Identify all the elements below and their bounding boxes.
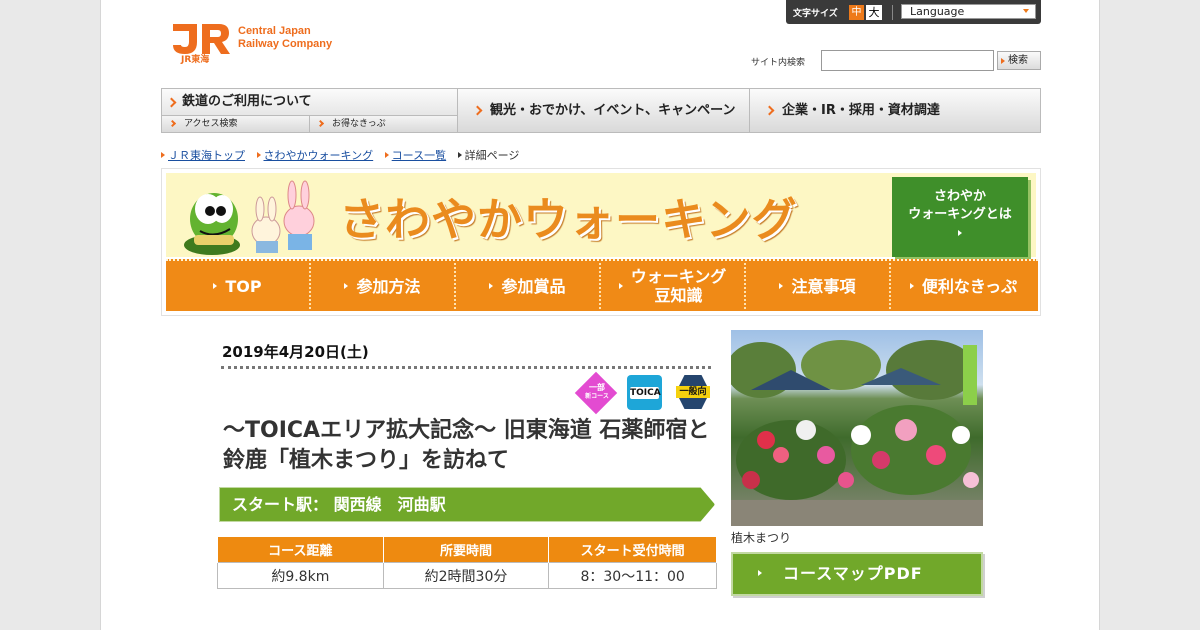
arrow-right-icon xyxy=(1001,58,1005,64)
menu-notes[interactable]: 注意事項 xyxy=(746,263,891,309)
course-distance: 約9.8km xyxy=(217,562,384,589)
nav-value-tickets[interactable]: お得なきっぷ xyxy=(310,116,458,132)
font-size-label: 文字サイズ xyxy=(793,9,838,19)
nav-tourism-events-label: 観光・おでかけ、イベント、キャンペーン xyxy=(490,103,736,118)
arrow-right-icon xyxy=(457,152,462,158)
site-search-input[interactable] xyxy=(821,50,994,71)
arrow-right-icon xyxy=(958,230,962,236)
arrow-right-icon xyxy=(909,283,914,289)
arrow-right-icon xyxy=(256,152,261,158)
arrow-right-icon xyxy=(779,283,784,289)
arrow-right-icon xyxy=(161,152,165,158)
start-reception-time: 8：30～11：00 xyxy=(548,562,717,589)
utility-toolbar: 文字サイズ 中 大 Language xyxy=(786,0,1041,24)
photo-caption: 植木まつり xyxy=(731,531,792,545)
nav-value-tickets-label: お得なきっぷ xyxy=(332,119,386,129)
course-photo xyxy=(731,330,983,526)
global-nav: 鉄道のご利用について アクセス検索 お得なきっぷ 観光・おでかけ、イベント、キャ… xyxy=(161,88,1041,133)
company-name: Central Japan Railway Company xyxy=(238,25,332,51)
table-header: コース距離 xyxy=(217,536,384,563)
dotted-divider xyxy=(221,366,711,369)
nav-corporate-label: 企業・IR・採用・資材調達 xyxy=(782,103,940,118)
menu-top[interactable]: TOP xyxy=(166,263,311,309)
course-duration: 約2時間30分 xyxy=(382,562,550,589)
new-course-badge-line2: 新コース xyxy=(585,393,609,400)
sawayaka-banner: さわやかウォーキング さわやか ウォーキングとは TOP 参加方法 参加賞品 ウ… xyxy=(161,168,1041,316)
course-date: 2019年4月20日(土) xyxy=(222,343,369,361)
about-line1: さわやか xyxy=(933,189,986,204)
menu-tickets[interactable]: 便利なきっぷ xyxy=(891,263,1036,309)
arrow-right-icon xyxy=(489,283,494,289)
course-map-pdf-label: コースマップPDF xyxy=(783,564,923,583)
table-header: 所要時間 xyxy=(382,536,550,563)
table-row: 約9.8km 約2時間30分 8：30～11：00 xyxy=(217,562,717,589)
chevron-right-icon xyxy=(316,119,325,128)
company-name-line1: Central Japan xyxy=(238,25,311,37)
search-button-label: 検索 xyxy=(1008,55,1028,66)
menu-prizes-label: 参加賞品 xyxy=(501,276,566,296)
menu-tickets-label: 便利なきっぷ xyxy=(921,276,1018,296)
arrow-right-icon xyxy=(384,152,389,158)
nav-access-search-label: アクセス検索 xyxy=(184,119,238,129)
about-line2: ウォーキングとは xyxy=(908,207,1012,222)
menu-walking-tips-line1: ウォーキング xyxy=(630,267,727,286)
menu-notes-label: 注意事項 xyxy=(791,276,856,296)
banner-title: さわやかウォーキング xyxy=(339,193,798,246)
company-name-line2: Railway Company xyxy=(238,38,333,50)
nav-corporate[interactable]: 企業・IR・採用・資材調達 xyxy=(750,89,1040,132)
nav-tourism-events[interactable]: 観光・おでかけ、イベント、キャンペーン xyxy=(458,89,750,132)
banner-header: さわやかウォーキング さわやか ウォーキングとは xyxy=(166,173,1036,257)
course-map-pdf-button[interactable]: コースマップPDF xyxy=(731,552,983,596)
mascot-illustration xyxy=(184,180,315,255)
nav-access-search[interactable]: アクセス検索 xyxy=(162,116,310,132)
font-size-large-button[interactable]: 大 xyxy=(866,5,882,20)
breadcrumb-current: 詳細ページ xyxy=(464,149,520,162)
nav-railway-usage[interactable]: 鉄道のご利用について xyxy=(162,89,458,116)
chevron-right-icon xyxy=(168,119,177,128)
table-header: スタート受付時間 xyxy=(548,536,717,563)
course-info-table: コース距離 所要時間 スタート受付時間 約9.8km 約2時間30分 8：30～… xyxy=(217,536,717,589)
menu-how-to-join[interactable]: 参加方法 xyxy=(311,263,456,309)
menu-walking-tips-line2: 豆知識 xyxy=(654,286,703,305)
table-header-row: コース距離 所要時間 スタート受付時間 xyxy=(217,536,717,563)
toica-badge-text: TOICA xyxy=(630,387,661,399)
menu-walking-tips[interactable]: ウォーキング 豆知識 xyxy=(601,263,746,309)
arrow-right-icon xyxy=(758,570,762,576)
breadcrumb: ＪＲ東海トップ さわやかウォーキング コース一覧 詳細ページ xyxy=(161,147,527,162)
font-size-medium-button[interactable]: 中 xyxy=(849,5,864,20)
flower-market-image xyxy=(731,340,983,526)
chevron-right-icon xyxy=(764,105,775,116)
breadcrumb-course-list-link[interactable]: コース一覧 xyxy=(392,149,446,162)
arrow-right-icon xyxy=(618,283,623,289)
sawayaka-menu: TOP 参加方法 参加賞品 ウォーキング 豆知識 注意事項 便利なきっぷ xyxy=(166,259,1038,311)
page: JR東海 Central Japan Railway Company 文字サイズ… xyxy=(100,0,1100,630)
site-search-label: サイト内検索 xyxy=(751,58,806,68)
logo-sub-text: JR東海 xyxy=(180,53,209,64)
menu-how-to-join-label: 参加方法 xyxy=(356,276,421,296)
toolbar-divider xyxy=(892,5,893,20)
language-select-label: Language xyxy=(910,5,965,18)
breadcrumb-sawayaka-link[interactable]: さわやかウォーキング xyxy=(264,149,374,162)
search-button[interactable]: 検索 xyxy=(997,51,1041,70)
arrow-right-icon xyxy=(213,283,218,289)
nav-railway-usage-label: 鉄道のご利用について xyxy=(182,94,312,109)
new-course-badge-text: 一部 新コース xyxy=(581,383,613,401)
start-station: スタート駅： 関西線 河曲駅 xyxy=(219,487,715,522)
chevron-right-icon xyxy=(166,97,177,108)
arrow-right-icon xyxy=(344,283,349,289)
language-select[interactable]: Language xyxy=(901,4,1036,19)
menu-prizes[interactable]: 参加賞品 xyxy=(456,263,601,309)
breadcrumb-jr-top-link[interactable]: ＪＲ東海トップ xyxy=(168,149,245,162)
course-title: ～TOICAエリア拡大記念～ 旧東海道 石薬師宿と鈴鹿「植木まつり」を訪ねて xyxy=(223,418,710,473)
chevron-down-icon xyxy=(1023,9,1029,13)
new-course-badge-line1: 一部 xyxy=(589,383,605,392)
menu-walking-tips-label: ウォーキング 豆知識 xyxy=(631,267,727,305)
general-course-badge-text: 一般向 xyxy=(676,386,710,398)
chevron-right-icon xyxy=(472,105,483,116)
about-sawayaka-button[interactable]: さわやか ウォーキングとは xyxy=(892,177,1028,257)
menu-top-label: TOP xyxy=(225,276,262,296)
